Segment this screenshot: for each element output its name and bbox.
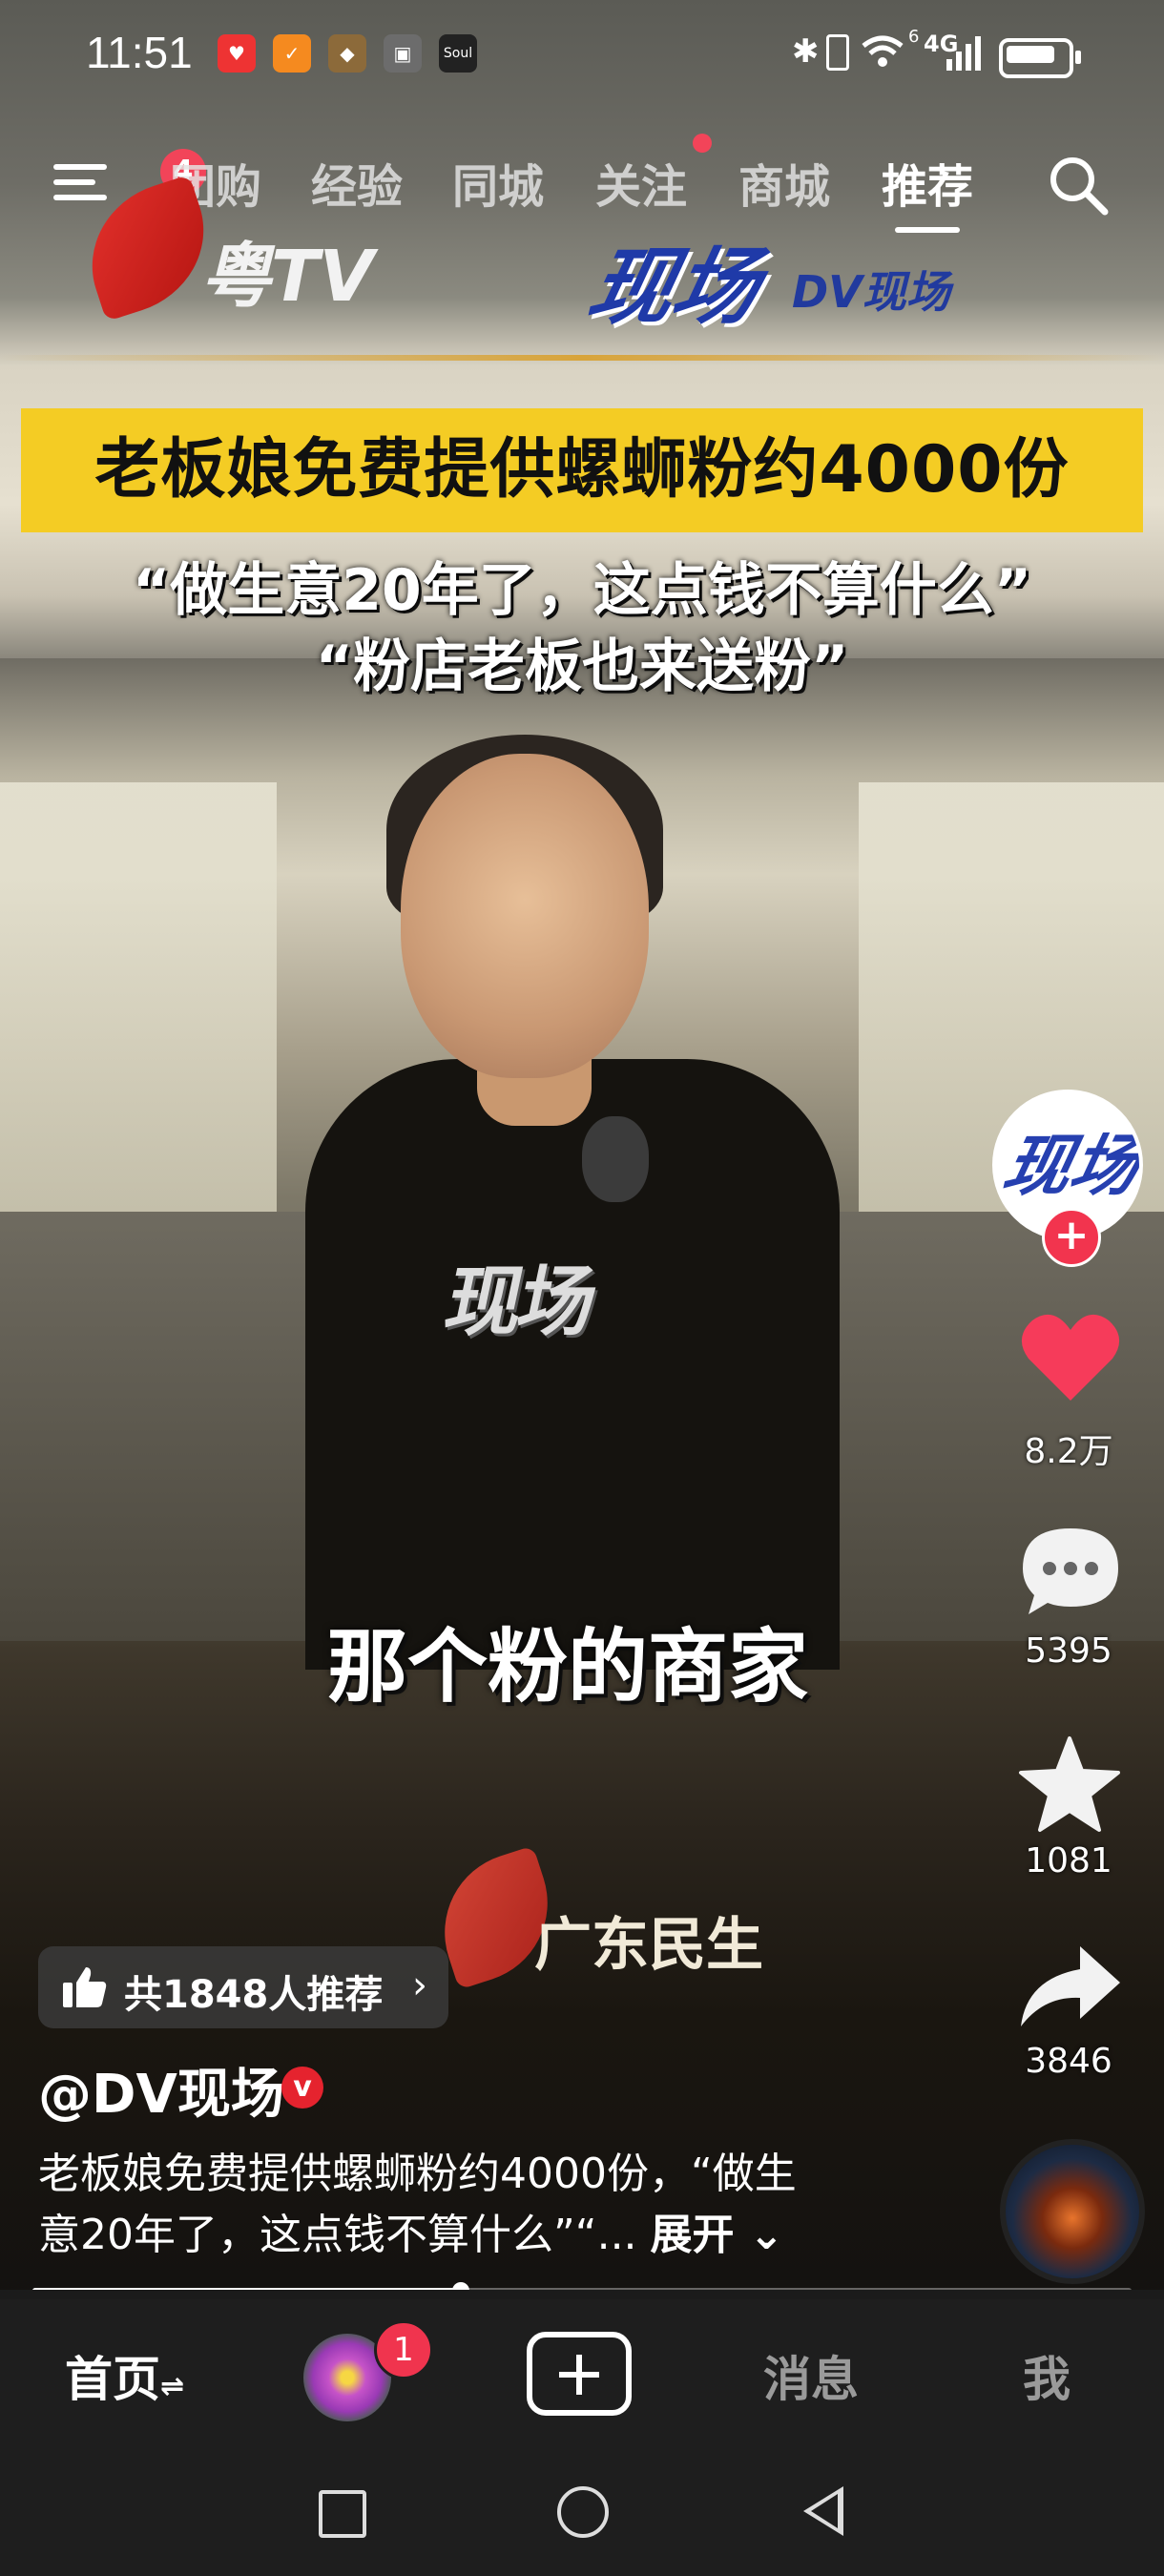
description-line-2: 意20年了，这点钱不算什么”“... 展开 ⌄ <box>38 2200 897 2261</box>
music-disc[interactable] <box>1000 2139 1145 2284</box>
share-icon[interactable] <box>1017 1942 1124 2030</box>
favorite-count: 1081 <box>1025 1841 1112 1880</box>
star-icon[interactable] <box>1017 1735 1122 1834</box>
share-count: 3846 <box>1025 2042 1112 2081</box>
description-line-2-text: 意20年了，这点钱不算什么”“... <box>38 2211 637 2259</box>
refresh-icon: ⇌ <box>160 2370 185 2403</box>
chevron-right-icon: › <box>412 1963 427 2007</box>
back-icon[interactable] <box>803 2486 843 2536</box>
author-avatar-logo: 现场 <box>996 1127 1143 1205</box>
soul-app-icon: Soul <box>439 34 477 73</box>
recommend-pill[interactable]: 共1848人推荐 › <box>38 1946 448 2028</box>
microphone <box>582 1116 649 1202</box>
interviewee-head <box>401 754 649 1078</box>
video-frame[interactable]: 现场 11:51 ♥ ✓ ◆ ▣ Soul ✱ 6 4G 4 团购 经验 同城 … <box>0 0 1164 2290</box>
dv-live-logo: 现场 DV现场 <box>580 219 973 336</box>
status-time: 11:51 <box>86 28 193 77</box>
status-bar: 11:51 ♥ ✓ ◆ ▣ Soul ✱ 6 4G <box>0 0 1164 114</box>
like-count: 8.2万 <box>1024 1432 1113 1471</box>
follow-button[interactable]: + <box>1042 1208 1101 1267</box>
interviewee-body <box>305 1059 840 1670</box>
signal-icon <box>946 36 981 71</box>
recents-icon[interactable] <box>319 2490 366 2538</box>
progress-knob[interactable] <box>452 2282 470 2290</box>
app-notification-icon: ✓ <box>273 34 311 73</box>
add-content-button[interactable] <box>527 2332 632 2416</box>
nav-messages[interactable]: 消息 <box>763 2341 859 2410</box>
verified-badge: v <box>281 2067 323 2109</box>
recommend-count-label: 共1848人推荐 <box>124 1973 384 2017</box>
dv-logo-text: DV现场 <box>792 266 950 318</box>
tab-following[interactable]: 关注 <box>595 149 687 216</box>
comment-count: 5395 <box>1025 1631 1112 1671</box>
tab-mall[interactable]: 商城 <box>738 149 830 216</box>
video-headline: 老板娘免费提供螺蛳粉约4000份 <box>21 408 1143 532</box>
video-scene: 现场 <box>0 658 1164 1670</box>
description-line-1: 老板娘免费提供螺蛳粉约4000份，“做生 <box>38 2150 797 2198</box>
search-icon[interactable] <box>1046 153 1111 218</box>
following-red-dot <box>693 134 712 153</box>
app-notification-icon: ▣ <box>384 34 422 73</box>
progress-fill <box>32 2288 462 2290</box>
tab-nearby[interactable]: 同城 <box>452 149 544 216</box>
sim-label: 6 <box>908 27 920 47</box>
tab-recommend-label: 推荐 <box>882 160 974 214</box>
expand-label: 展开 <box>650 2211 735 2259</box>
guangdong-minsheng-logo: 广东民生 <box>424 1841 792 2004</box>
dv-logo-mark: 现场 <box>579 238 769 336</box>
minsheng-logo-text: 广东民生 <box>534 1912 763 1979</box>
tab-recommend[interactable]: 推荐 <box>882 149 974 233</box>
comment-icon[interactable] <box>1019 1525 1122 1618</box>
guangdong-tv-logo: 粤TV <box>71 174 391 322</box>
video-subtitle-quote-2: “粉店老板也来送粉” <box>315 634 849 700</box>
bottom-nav: 首页⇌ 1 消息 我 <box>0 2299 1164 2442</box>
video-subtitle-quote-1: “做生意20年了，这点钱不算什么” <box>132 557 1032 624</box>
home-icon[interactable] <box>557 2486 609 2538</box>
vibrate-icon <box>826 34 849 71</box>
app-notification-icon: ♥ <box>218 34 256 73</box>
chevron-down-icon: ⌄ <box>734 2211 784 2259</box>
expand-button[interactable]: 展开 ⌄ <box>651 2211 784 2259</box>
logo-divider <box>0 355 1164 361</box>
guangdong-tv-logo-text: 粤TV <box>200 236 374 318</box>
video-caption: 那个粉的商家 <box>326 1620 808 1714</box>
bluetooth-icon: ✱ <box>792 32 820 71</box>
shirt-logo: 现场 <box>437 1257 602 1346</box>
system-nav-bar <box>0 2442 1164 2576</box>
playback-progress[interactable] <box>32 2282 1132 2290</box>
wifi-icon <box>862 35 904 67</box>
nav-me[interactable]: 我 <box>1023 2341 1070 2410</box>
author-handle[interactable]: @DV现场 <box>38 2051 284 2129</box>
thumb-up-icon <box>63 1967 107 2007</box>
window-left <box>0 782 277 1240</box>
nav-home[interactable]: 首页⇌ <box>65 2341 184 2410</box>
battery-icon <box>999 38 1081 78</box>
heart-icon[interactable] <box>1019 1309 1122 1404</box>
app-notification-icon: ◆ <box>328 34 366 73</box>
friends-badge: 1 <box>374 2320 433 2379</box>
nav-home-label: 首页 <box>65 2352 160 2407</box>
